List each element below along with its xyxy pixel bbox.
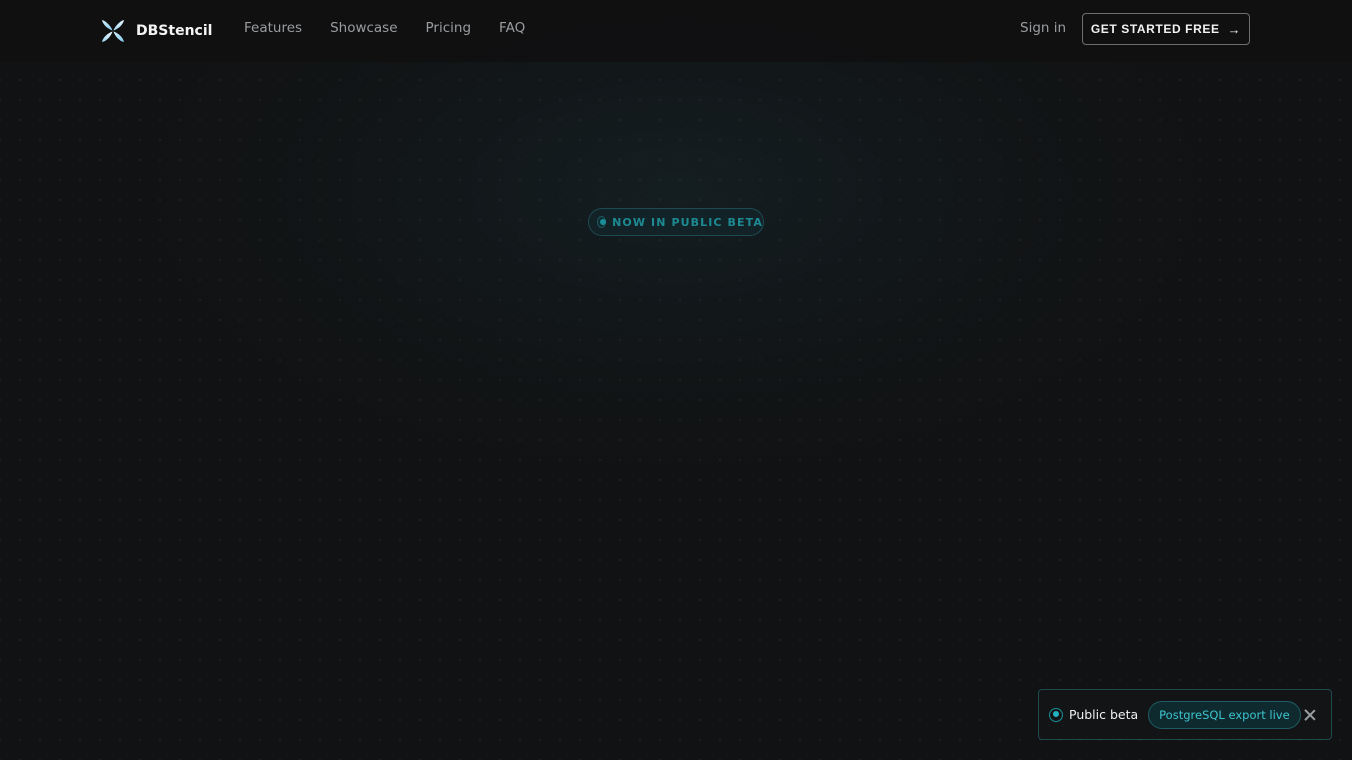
public-beta-badge: NOW IN PUBLIC BETA — [588, 208, 764, 236]
logo-icon — [100, 18, 126, 44]
nav-link-pricing[interactable]: Pricing — [426, 20, 472, 36]
radio-dot-icon — [1049, 707, 1063, 722]
postgresql-export-badge[interactable]: PostgreSQL export live — [1148, 700, 1301, 729]
get-started-button[interactable]: GET STARTED FREE → — [1082, 13, 1250, 45]
nav-link-showcase[interactable]: Showcase — [330, 20, 397, 36]
close-icon[interactable] — [1303, 708, 1317, 722]
nav-link-faq[interactable]: FAQ — [499, 20, 525, 36]
toast-label: Public beta — [1069, 707, 1139, 722]
brand-name: DBStencil — [136, 23, 213, 39]
get-started-label: GET STARTED FREE — [1090, 22, 1220, 36]
public-beta-badge-label: NOW IN PUBLIC BETA — [612, 215, 763, 229]
top-navbar: DBStencil Features Showcase Pricing FAQ … — [0, 0, 1352, 62]
main-nav: Features Showcase Pricing FAQ — [244, 20, 553, 36]
status-dot-icon — [597, 216, 607, 228]
brand-logo-link[interactable]: DBStencil — [100, 16, 212, 46]
sign-in-link[interactable]: Sign in — [1020, 20, 1066, 36]
announcement-toast: Public beta PostgreSQL export live — [1038, 689, 1332, 740]
hero-background-glow — [0, 0, 1352, 760]
nav-link-features[interactable]: Features — [244, 20, 302, 36]
arrow-right-icon: → — [1227, 21, 1242, 37]
